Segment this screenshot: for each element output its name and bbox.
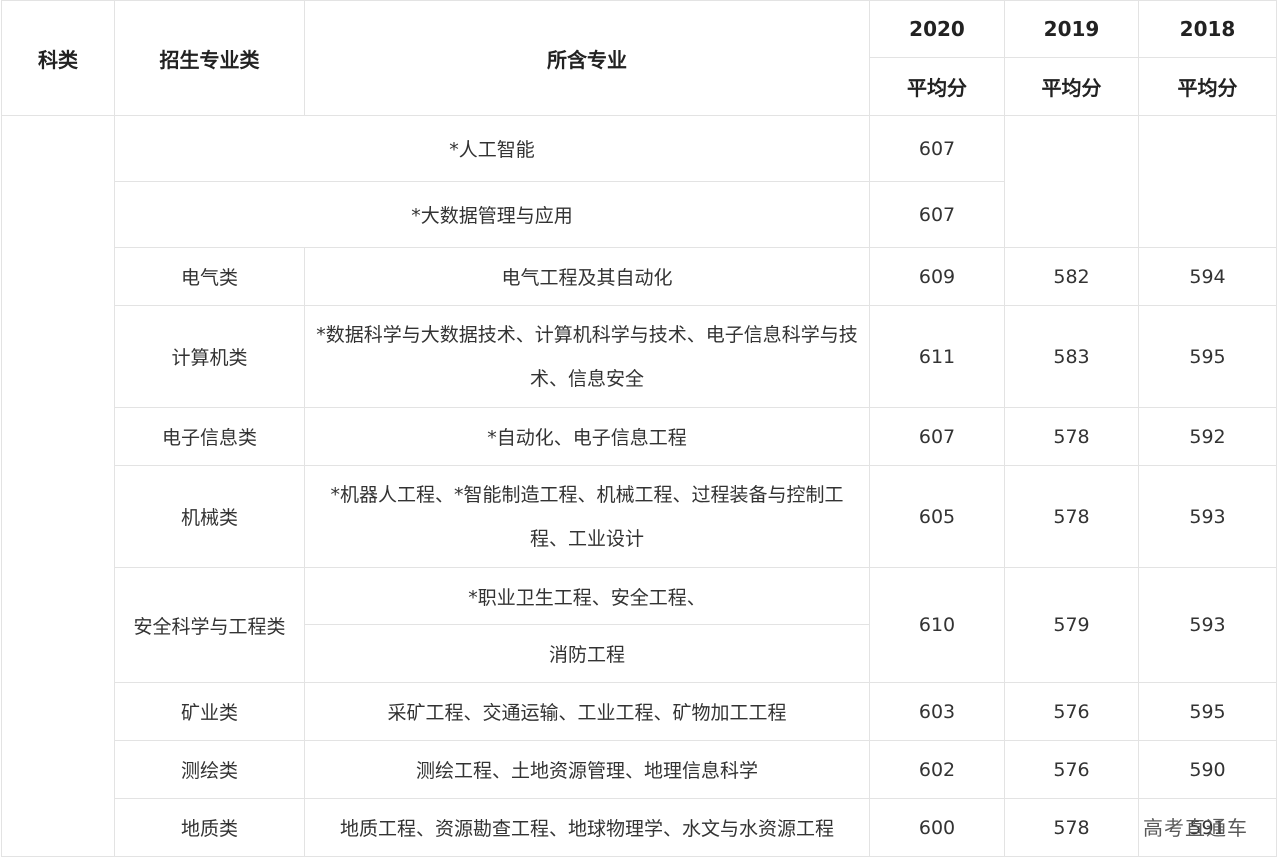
score-2020: 605: [869, 465, 1005, 568]
header-category: 招生专业类: [114, 0, 305, 116]
admission-score-table: 科类 招生专业类 所含专业 2020 2019 2018 平均分 平均分 平均分…: [1, 0, 1277, 857]
score-2019: [1004, 115, 1139, 248]
score-2020: 610: [869, 567, 1005, 683]
score-2020: 609: [869, 247, 1005, 306]
score-2020: 607: [869, 181, 1005, 248]
table-row: 地质类 地质工程、资源勘查工程、地球物理学、水文与水资源工程 600 578 5…: [2, 798, 1277, 857]
category-cell: 地质类: [114, 798, 305, 857]
majors-cell: *自动化、电子信息工程: [304, 407, 870, 466]
table-row: 矿业类 采矿工程、交通运输、工业工程、矿物加工工程 603 576 595: [2, 682, 1277, 741]
header-majors: 所含专业: [304, 0, 870, 116]
header-year-2018: 2018: [1138, 0, 1277, 58]
majors-cell: *数据科学与大数据技术、计算机科学与技术、电子信息科学与技术、信息安全: [304, 305, 870, 408]
score-2018: 594: [1138, 247, 1277, 306]
score-2020: 607: [869, 407, 1005, 466]
table-row: *人工智能 607: [1, 115, 1277, 857]
score-2020: 603: [869, 682, 1005, 741]
header-row-years: 科类 招生专业类 所含专业 2020 2019 2018: [1, 0, 1277, 116]
score-2018: 593: [1138, 567, 1277, 683]
majors-cell: 测绘工程、土地资源管理、地理信息科学: [304, 740, 870, 799]
score-2019: 578: [1004, 798, 1139, 857]
subject-cell: [1, 115, 115, 857]
category-cell: 安全科学与工程类: [114, 567, 305, 683]
score-2020: 602: [869, 740, 1005, 799]
score-2019: 579: [1004, 567, 1139, 683]
score-2018: [1138, 115, 1277, 248]
majors-cell: *机器人工程、*智能制造工程、机械工程、过程装备与控制工程、工业设计: [304, 465, 870, 568]
category-cell: 计算机类: [114, 305, 305, 408]
score-2020: 607: [869, 115, 1005, 182]
score-2020: 600: [869, 798, 1005, 857]
majors-cell: *人工智能: [114, 115, 870, 182]
score-2018: 590: [1138, 740, 1277, 799]
category-cell: 矿业类: [114, 682, 305, 741]
score-2018: 595: [1138, 682, 1277, 741]
table-row: 安全科学与工程类 *职业卫生工程、安全工程、 610 579 593: [2, 567, 1277, 683]
score-2019: 578: [1004, 465, 1139, 568]
category-cell: 电子信息类: [114, 407, 305, 466]
table-row: 电气类 电气工程及其自动化 609 582 594: [2, 247, 1277, 306]
score-2019: 583: [1004, 305, 1139, 408]
majors-cell: 电气工程及其自动化: [304, 247, 870, 306]
header-year-2020: 2020: [869, 0, 1005, 58]
majors-cell: *大数据管理与应用: [114, 181, 870, 248]
category-cell: 测绘类: [114, 740, 305, 799]
table-row: 机械类 *机器人工程、*智能制造工程、机械工程、过程装备与控制工程、工业设计 6…: [2, 465, 1277, 568]
score-2019: 576: [1004, 682, 1139, 741]
majors-cell: 地质工程、资源勘查工程、地球物理学、水文与水资源工程: [304, 798, 870, 857]
table-row: 计算机类 *数据科学与大数据技术、计算机科学与技术、电子信息科学与技术、信息安全…: [2, 305, 1277, 408]
score-2018: 593: [1138, 465, 1277, 568]
category-cell: 机械类: [114, 465, 305, 568]
score-2018: 592: [1138, 407, 1277, 466]
header-avg-2019: 平均分: [1004, 57, 1139, 116]
score-2018: 595: [1138, 305, 1277, 408]
score-2018: 591: [1138, 798, 1277, 857]
majors-cell-line2: 消防工程: [304, 624, 870, 683]
table-row: 测绘类 测绘工程、土地资源管理、地理信息科学 602 576 590: [2, 740, 1277, 799]
score-2019: 582: [1004, 247, 1139, 306]
header-subject: 科类: [1, 0, 115, 116]
score-2020: 611: [869, 305, 1005, 408]
score-2019: 578: [1004, 407, 1139, 466]
header-avg-2018: 平均分: [1138, 57, 1277, 116]
table-row: 电子信息类 *自动化、电子信息工程 607 578 592: [2, 407, 1277, 466]
score-2019: 576: [1004, 740, 1139, 799]
category-cell: 电气类: [114, 247, 305, 306]
header-avg-2020: 平均分: [869, 57, 1005, 116]
majors-cell: 采矿工程、交通运输、工业工程、矿物加工工程: [304, 682, 870, 741]
header-year-2019: 2019: [1004, 0, 1139, 58]
majors-cell-line1: *职业卫生工程、安全工程、: [304, 567, 870, 625]
